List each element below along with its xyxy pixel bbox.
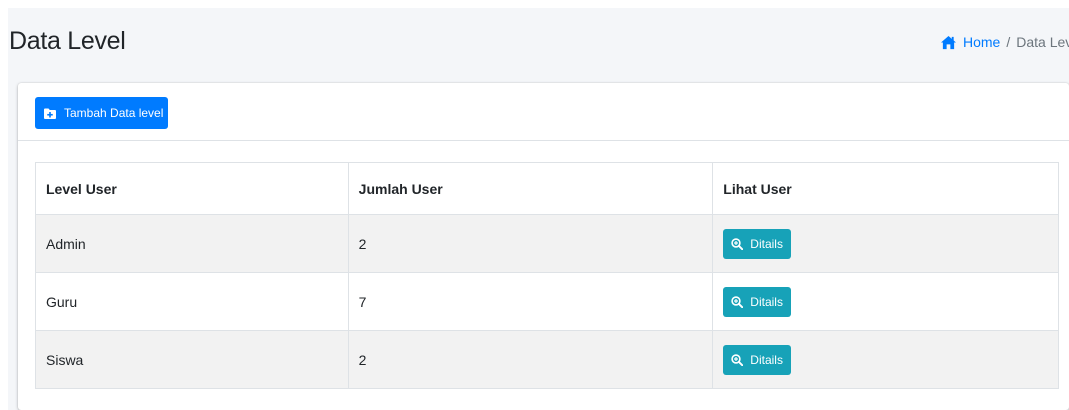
cell-jumlah-user: 7 <box>347 272 714 331</box>
search-plus-icon <box>731 237 744 250</box>
card-header: Tambah Data level <box>18 83 1069 141</box>
cell-jumlah-user: 2 <box>347 214 714 273</box>
column-header-jumlah-user: Jumlah User <box>347 162 714 215</box>
data-card: Tambah Data level Level User Jumlah User… <box>18 83 1069 410</box>
table-row: Siswa 2 Ditails <box>35 330 1059 389</box>
folder-plus-icon <box>44 108 56 119</box>
breadcrumb: Home / Data Lev <box>940 34 1069 50</box>
cell-lihat-user: Ditails <box>712 330 1059 389</box>
table-header-row: Level User Jumlah User Lihat User <box>35 162 1059 215</box>
details-button-label: Ditails <box>750 352 783 367</box>
breadcrumb-home-link[interactable]: Home <box>940 34 1000 50</box>
search-plus-icon <box>731 353 744 366</box>
cell-level-user: Guru <box>35 272 349 331</box>
cell-level-user: Siswa <box>35 330 349 389</box>
details-button[interactable]: Ditails <box>723 228 791 259</box>
home-icon <box>941 35 956 49</box>
search-plus-icon <box>731 295 744 308</box>
table-row: Guru 7 Ditails <box>35 272 1059 331</box>
details-button-label: Ditails <box>750 294 783 309</box>
content-header: Data Level Home / Data Lev <box>8 8 1069 82</box>
details-button[interactable]: Ditails <box>723 344 791 375</box>
breadcrumb-home-label: Home <box>963 34 1001 50</box>
table-wrapper: Level User Jumlah User Lihat User Admin … <box>35 162 1059 389</box>
cell-jumlah-user: 2 <box>347 330 714 389</box>
add-level-button[interactable]: Tambah Data level <box>35 97 168 129</box>
table-row: Admin 2 Ditails <box>35 214 1059 273</box>
breadcrumb-separator: / <box>1006 34 1011 50</box>
cell-lihat-user: Ditails <box>712 214 1059 273</box>
cell-lihat-user: Ditails <box>712 272 1059 331</box>
level-table: Level User Jumlah User Lihat User Admin … <box>35 162 1059 389</box>
add-level-label: Tambah Data level <box>64 106 164 120</box>
cell-level-user: Admin <box>35 214 349 273</box>
details-button-label: Ditails <box>750 236 783 251</box>
details-button[interactable]: Ditails <box>723 286 791 317</box>
column-header-lihat-user: Lihat User <box>712 162 1059 215</box>
breadcrumb-current: Data Lev <box>1016 34 1069 50</box>
content-wrapper: Data Level Home / Data Lev Tambah Data l… <box>8 8 1069 410</box>
page-title: Data Level <box>9 27 126 55</box>
column-header-level-user: Level User <box>35 162 349 215</box>
